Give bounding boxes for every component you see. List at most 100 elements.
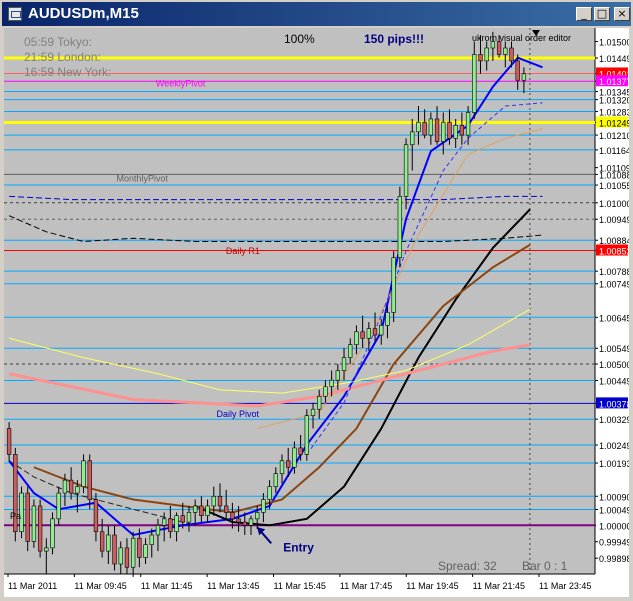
price-tick-label: 1.00449 [599,376,629,386]
candle[interactable] [236,518,241,523]
candle[interactable] [68,479,74,494]
candle[interactable] [465,112,471,136]
candle[interactable] [87,460,92,500]
candle[interactable] [298,447,303,455]
session-time-label: 21:59 London: [24,50,101,64]
candle[interactable] [199,505,204,516]
candle[interactable] [366,328,372,339]
candle[interactable] [62,479,68,494]
candle[interactable] [434,118,440,142]
candle[interactable] [317,396,322,410]
candle[interactable] [410,131,415,146]
candle[interactable] [279,460,285,475]
candle[interactable] [81,460,86,487]
candle[interactable] [379,325,384,336]
candle[interactable] [137,537,142,558]
candle[interactable] [453,125,458,139]
candle[interactable] [521,73,527,81]
candle[interactable] [397,196,403,258]
price-marker-label: 1.01377 [599,77,629,87]
candle[interactable] [335,370,340,381]
candle[interactable] [124,547,130,568]
candle[interactable] [180,515,185,523]
candle[interactable] [422,121,427,136]
candle[interactable] [99,531,105,552]
candle[interactable] [323,386,328,397]
candle[interactable] [50,518,55,549]
candle[interactable] [174,515,179,533]
candle[interactable] [267,486,272,500]
candle[interactable] [304,415,309,455]
candle[interactable] [31,505,37,542]
candle[interactable] [273,473,278,487]
candle[interactable] [509,47,514,62]
candle[interactable] [6,428,12,455]
candle[interactable] [354,331,359,345]
candle[interactable] [242,521,247,526]
candle[interactable] [75,486,80,494]
candle[interactable] [478,54,483,62]
candle[interactable] [56,492,61,520]
candle[interactable] [93,499,99,533]
candle[interactable] [130,537,136,568]
candle[interactable] [515,60,520,81]
left-label: Pa [10,511,21,521]
candle[interactable] [205,505,210,516]
candle[interactable] [428,118,434,136]
candle[interactable] [186,512,192,523]
candle[interactable] [416,121,421,133]
candle[interactable] [348,344,353,358]
candle[interactable] [248,518,254,526]
minimize-button[interactable]: _ [576,7,592,21]
candle[interactable] [503,47,508,55]
candle[interactable] [224,505,229,513]
candle[interactable] [211,495,216,507]
candle[interactable] [310,408,316,416]
candle[interactable] [25,492,30,542]
candle[interactable] [292,447,297,468]
candle[interactable] [385,312,390,326]
candle[interactable] [255,512,260,520]
candle[interactable] [441,121,446,142]
entry-label: Entry [283,540,314,554]
candle[interactable] [459,125,465,136]
candle[interactable] [106,534,111,552]
price-tick-label: 0.99949 [599,538,629,548]
price-chart[interactable]: 1.015001.014491.014011.013771.013451.013… [4,28,629,597]
chart-window: AUDUSDm,M15 _ □ × 1.015001.014491.014011… [0,0,633,601]
candle[interactable] [37,505,43,552]
price-tick-label: 1.00090 [599,492,629,502]
candle[interactable] [193,505,198,513]
candle[interactable] [149,534,154,545]
candle[interactable] [261,499,266,513]
candle[interactable] [484,47,489,62]
candle[interactable] [391,257,396,313]
candle[interactable] [118,547,123,565]
candle[interactable] [329,379,334,387]
candle[interactable] [44,547,49,552]
candle[interactable] [341,357,347,371]
window-title: AUDUSDm,M15 [28,5,139,22]
chart-window-icon[interactable] [8,7,22,21]
candle[interactable] [230,512,235,520]
candle[interactable] [155,525,161,536]
candle[interactable] [360,331,365,339]
candle[interactable] [372,328,378,336]
title-bar[interactable]: AUDUSDm,M15 _ □ × [2,2,631,26]
candle[interactable] [447,121,452,139]
candle[interactable] [162,518,167,526]
candle[interactable] [403,144,409,197]
time-tick-label: 11 Mar 15:45 [274,581,326,591]
session-time-label: 16:59 New York: [24,65,111,79]
candle[interactable] [496,41,502,55]
candle[interactable] [112,534,117,565]
price-tick-label: 1.01283 [599,108,629,118]
close-button[interactable]: × [614,7,630,21]
candle[interactable] [168,518,173,533]
maximize-button[interactable]: □ [594,7,610,21]
zoom-percent: 100% [284,32,315,46]
candle[interactable] [286,460,291,468]
candle[interactable] [472,54,477,113]
candle[interactable] [143,544,148,558]
candle[interactable] [217,495,223,507]
